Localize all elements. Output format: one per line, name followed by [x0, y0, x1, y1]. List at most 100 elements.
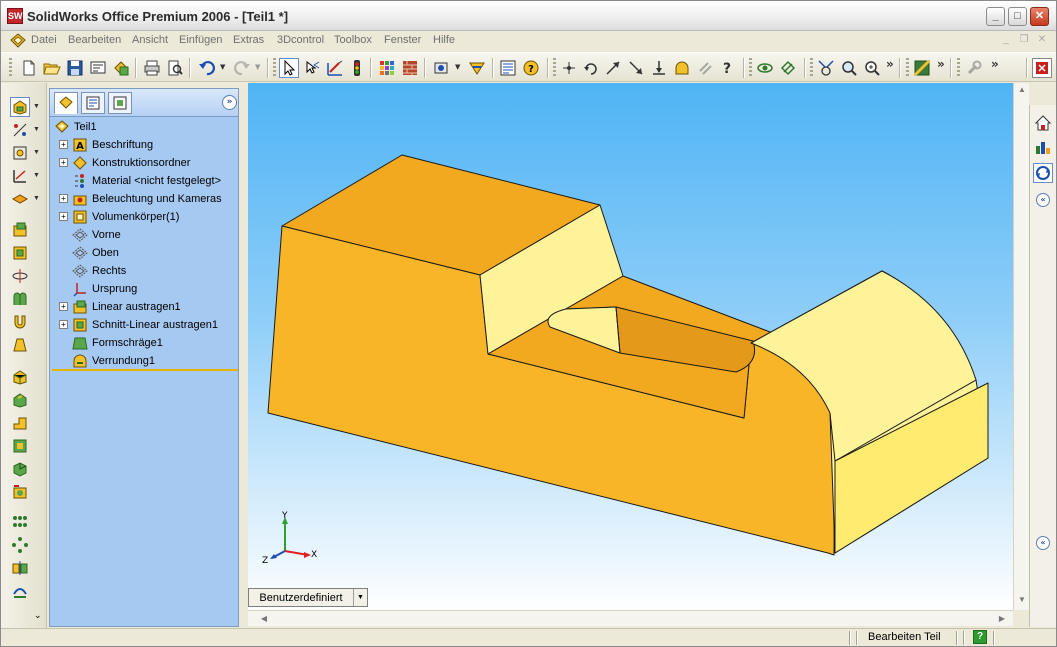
dropdown-arrow-icon[interactable]: ▼ — [33, 103, 40, 110]
close-button[interactable]: ✕ — [1030, 7, 1049, 26]
sketch-tools-icon[interactable] — [10, 143, 30, 163]
rib-icon[interactable] — [10, 390, 30, 410]
collapse-task-pane-icon[interactable]: « — [1036, 193, 1050, 207]
photoworks-icon[interactable] — [432, 58, 452, 78]
features-toolbar-more-icon[interactable]: ⌄ — [34, 610, 42, 621]
scroll-up-icon[interactable]: ▲ — [1014, 85, 1030, 94]
curves-icon[interactable] — [10, 581, 30, 601]
minimize-button[interactable]: _ — [986, 7, 1005, 26]
menu-toolbox[interactable]: Toolbox — [334, 34, 372, 46]
select-other-icon[interactable] — [302, 58, 322, 78]
tree-node[interactable]: Formschräge1 — [72, 334, 163, 351]
dome-icon[interactable] — [10, 482, 30, 502]
sketch-icon[interactable] — [325, 58, 345, 78]
graphics-viewport[interactable]: Y X Z Benutzerdefiniert ▼ — [248, 83, 1013, 610]
chamfer-icon[interactable] — [10, 367, 30, 387]
tree-node[interactable]: + Linear austragen1 — [59, 298, 181, 315]
scroll-left-icon[interactable]: ◀ — [256, 614, 272, 623]
dropdown-arrow-icon[interactable]: ▼ — [33, 126, 40, 133]
tab-configurationmanager[interactable] — [108, 92, 132, 114]
solidworks-logo-icon[interactable] — [9, 32, 27, 49]
help-icon[interactable]: ? — [521, 58, 541, 78]
menu-3dcontrol[interactable]: 3Dcontrol — [277, 34, 324, 46]
texture-icon[interactable] — [400, 58, 420, 78]
tree-node[interactable]: + A Beschriftung — [59, 136, 153, 153]
rebuild-traffic-light-icon[interactable] — [347, 58, 367, 78]
dropdown-arrow-icon[interactable]: ▼ — [33, 172, 40, 179]
tree-node[interactable]: + Schnitt-Linear austragen1 — [59, 316, 218, 333]
hole-wizard-icon[interactable] — [10, 459, 30, 479]
zoom-window-icon[interactable] — [839, 58, 859, 78]
doc-close-icon[interactable]: ✕ — [1035, 34, 1049, 46]
expand-plus-icon[interactable]: + — [59, 158, 68, 167]
undo-dropdown-icon[interactable]: ▼ — [220, 63, 225, 71]
arch-icon[interactable] — [672, 58, 692, 78]
menu-fenster[interactable]: Fenster — [384, 34, 421, 46]
linear-pattern-icon[interactable] — [10, 512, 30, 532]
properties-icon[interactable] — [498, 58, 518, 78]
revolve-icon[interactable] — [10, 266, 30, 286]
expand-plus-icon[interactable]: + — [59, 320, 68, 329]
reference-geometry-icon[interactable] — [10, 120, 30, 140]
expand-panel-icon[interactable]: » — [222, 95, 237, 110]
whats-wrong-icon[interactable]: ? — [717, 58, 737, 78]
zoom-in-out-icon[interactable] — [862, 58, 882, 78]
tree-node[interactable]: Material <nicht festgelegt> — [72, 172, 221, 189]
cut-extrude-icon[interactable] — [10, 243, 30, 263]
zoom-to-fit-icon[interactable] — [816, 58, 836, 78]
color-palette-icon[interactable] — [377, 58, 397, 78]
scroll-right-icon[interactable]: ▶ — [994, 614, 1010, 623]
menu-datei[interactable]: Datei — [31, 34, 57, 46]
tree-node[interactable]: Oben — [72, 244, 119, 261]
toolbar-grip[interactable] — [906, 58, 909, 78]
toolbar-grip[interactable] — [957, 58, 960, 78]
design-library-icon[interactable] — [1033, 137, 1053, 157]
extruded-boss-icon[interactable] — [10, 97, 30, 117]
vertical-scrollbar[interactable]: ▲ ▼ — [1013, 83, 1029, 610]
make-drawing-icon[interactable] — [88, 58, 108, 78]
fillet-tool-icon[interactable] — [10, 335, 30, 355]
normal-to-icon[interactable] — [649, 58, 669, 78]
expand-plus-icon[interactable]: + — [59, 194, 68, 203]
toolbar-grip[interactable] — [9, 58, 12, 78]
tree-node[interactable]: Ursprung — [72, 280, 137, 297]
toolbar-grip[interactable] — [810, 58, 813, 78]
vector-icon[interactable] — [603, 58, 623, 78]
expand-task-pane-icon[interactable]: « — [1036, 536, 1050, 550]
draft-tool-icon[interactable] — [10, 436, 30, 456]
scroll-down-icon[interactable]: ▼ — [1014, 595, 1030, 604]
undo-icon[interactable] — [197, 58, 217, 78]
tools-wrench-icon[interactable] — [964, 58, 984, 78]
point-icon[interactable] — [559, 58, 579, 78]
shell-icon[interactable] — [10, 413, 30, 433]
tree-root-part[interactable]: Teil1 — [54, 118, 97, 135]
tree-node[interactable]: Verrundung1 — [72, 352, 155, 369]
3dcontrol-settings-icon[interactable] — [778, 58, 798, 78]
chevron-down-icon[interactable]: ▼ — [353, 589, 367, 606]
boss-extrude-icon[interactable] — [10, 220, 30, 240]
close-toolbar-icon[interactable] — [1032, 58, 1052, 78]
toolbar-overflow-icon[interactable]: » — [937, 57, 945, 71]
circular-pattern-icon[interactable] — [10, 535, 30, 555]
view-orientation-icon[interactable] — [912, 58, 932, 78]
redo-dropdown-icon[interactable]: ▼ — [255, 63, 260, 71]
redo-icon[interactable] — [232, 58, 252, 78]
menu-extras[interactable]: Extras — [233, 34, 264, 46]
toolbar-grip[interactable] — [749, 58, 752, 78]
disabled-tool-icon[interactable] — [695, 58, 715, 78]
new-document-icon[interactable] — [19, 58, 39, 78]
doc-minimize-icon[interactable]: _ — [999, 34, 1013, 46]
save-icon[interactable] — [65, 58, 85, 78]
tab-featuremanager[interactable] — [54, 92, 78, 114]
tree-node[interactable]: Vorne — [72, 226, 121, 243]
horizontal-scrollbar[interactable]: ◀ ▶ — [248, 610, 1013, 626]
dimension-icon[interactable] — [10, 166, 30, 186]
mirror-icon[interactable] — [10, 558, 30, 578]
expand-plus-icon[interactable]: + — [59, 212, 68, 221]
part-model[interactable] — [248, 83, 1013, 610]
toolbar-overflow-icon[interactable]: » — [886, 57, 894, 71]
animator-icon[interactable] — [467, 58, 487, 78]
sweep-icon[interactable] — [10, 289, 30, 309]
tree-node[interactable]: Rechts — [72, 262, 126, 279]
toolbar-grip[interactable] — [553, 58, 556, 78]
